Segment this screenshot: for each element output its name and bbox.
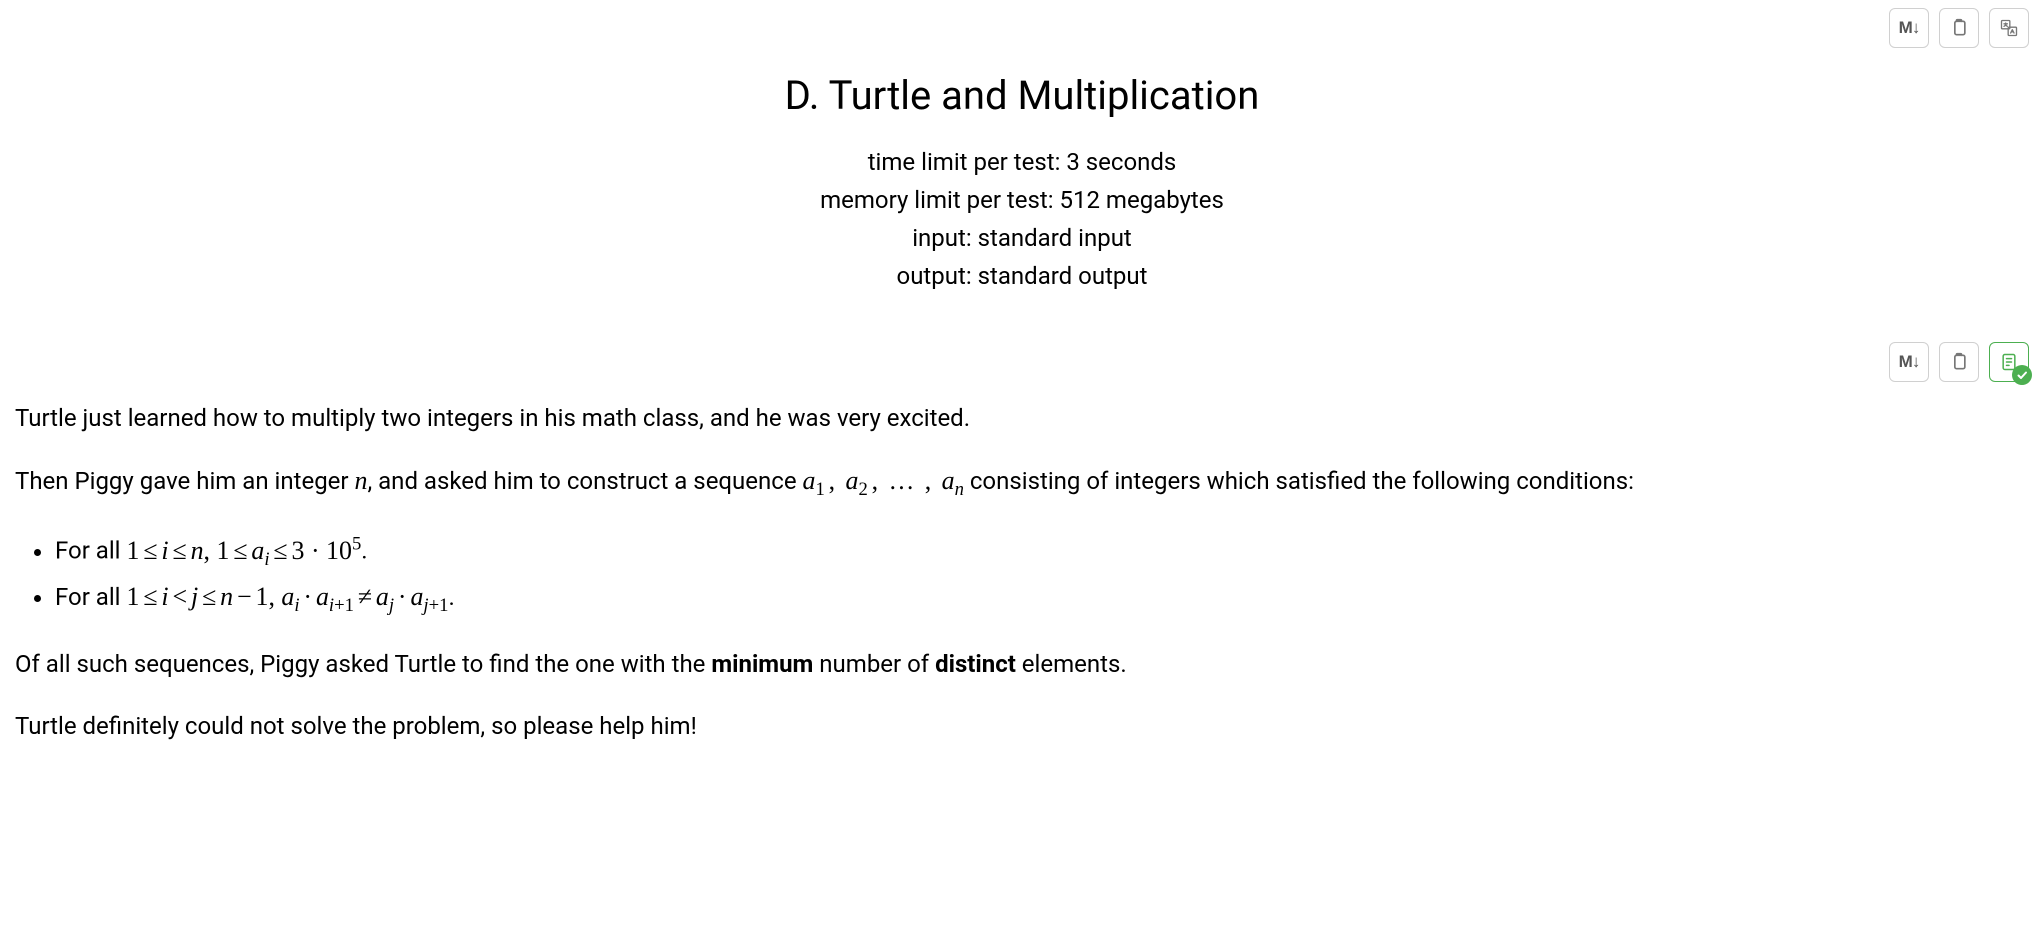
time-limit: time limit per test: 3 seconds — [15, 144, 2029, 180]
conditions-list: For all 1≤i≤n, 1≤ai≤3 · 105. For all 1≤i… — [15, 530, 2029, 620]
math-sequence: a1, a2, … , an — [803, 466, 964, 495]
markdown-button[interactable]: M↓ — [1889, 8, 1929, 48]
text: elements. — [1016, 650, 1127, 678]
math-cond2: 1≤i<j≤n−1, ai·ai+1≠aj·aj+1 — [126, 582, 448, 611]
check-badge-icon — [2012, 365, 2032, 385]
clipboard-icon — [1949, 352, 1969, 372]
header-toolbar: M↓ — [15, 0, 2029, 56]
bold-text: distinct — [935, 650, 1016, 678]
markdown-button[interactable]: M↓ — [1889, 342, 1929, 382]
translate-button[interactable] — [1989, 8, 2029, 48]
body-toolbar: M↓ — [15, 334, 2029, 390]
math-cond1: 1≤i≤n, 1≤ai≤3 · 105 — [126, 536, 361, 565]
text: consisting of integers which satisfied t… — [964, 467, 1634, 495]
translate-icon — [1999, 18, 2019, 38]
paragraph: Of all such sequences, Piggy asked Turtl… — [15, 646, 2029, 682]
text: For all — [55, 537, 126, 565]
paragraph: Then Piggy gave him an integer n, and as… — [15, 462, 2029, 504]
ai-button[interactable] — [1989, 342, 2029, 382]
copy-button[interactable] — [1939, 8, 1979, 48]
text: Turtle just learned how to multiply two … — [15, 404, 970, 432]
problem-title: D. Turtle and Multiplication — [15, 66, 2029, 126]
math-n: n — [355, 466, 368, 495]
list-item: For all 1≤i<j≤n−1, ai·ai+1≠aj·aj+1. — [55, 578, 2029, 620]
text: For all — [55, 583, 126, 611]
output-spec: output: standard output — [15, 258, 2029, 294]
text: . — [448, 583, 454, 611]
text: number of — [813, 650, 935, 678]
input-spec: input: standard input — [15, 220, 2029, 256]
paragraph: Turtle definitely could not solve the pr… — [15, 708, 2029, 744]
text: , and asked him to construct a sequence — [367, 467, 802, 495]
problem-statement: Turtle just learned how to multiply two … — [15, 400, 2029, 744]
list-item: For all 1≤i≤n, 1≤ai≤3 · 105. — [55, 530, 2029, 574]
clipboard-icon — [1949, 18, 1969, 38]
text: Of all such sequences, Piggy asked Turtl… — [15, 650, 711, 678]
text: Then Piggy gave him an integer — [15, 467, 355, 495]
text: . — [361, 537, 367, 565]
bold-text: minimum — [711, 650, 813, 678]
paragraph: Turtle just learned how to multiply two … — [15, 400, 2029, 436]
copy-button[interactable] — [1939, 342, 1979, 382]
problem-header: D. Turtle and Multiplication time limit … — [15, 66, 2029, 294]
text: Turtle definitely could not solve the pr… — [15, 712, 697, 740]
memory-limit: memory limit per test: 512 megabytes — [15, 182, 2029, 218]
